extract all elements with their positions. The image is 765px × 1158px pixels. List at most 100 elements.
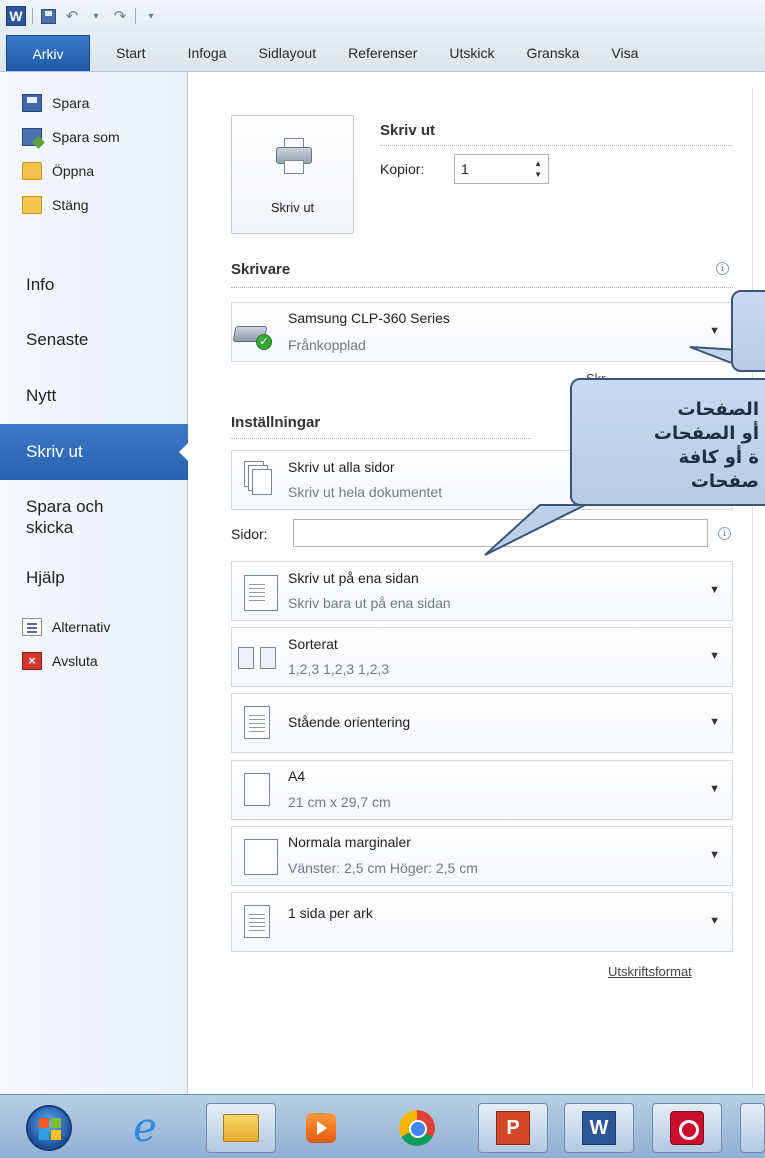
callout-line: الصفحات bbox=[677, 399, 759, 420]
taskbar: e P W bbox=[0, 1094, 765, 1158]
portrait-icon bbox=[244, 706, 270, 739]
stepper-up-icon[interactable]: ▲ bbox=[534, 158, 542, 169]
annotation-callout-top bbox=[731, 290, 765, 372]
divider bbox=[231, 438, 531, 439]
nav-alternativ[interactable]: Alternativ bbox=[0, 610, 188, 644]
tab-utskick[interactable]: Utskick bbox=[433, 35, 510, 71]
margins-dropdown[interactable]: Normala marginaler Vänster: 2,5 cm Höger… bbox=[231, 826, 733, 886]
duplex-desc: Skriv bara ut på ena sidan bbox=[288, 595, 451, 611]
nav-senaste[interactable]: Senaste bbox=[0, 330, 88, 350]
nav-avsluta-label: Avsluta bbox=[52, 653, 98, 669]
nav-info[interactable]: Info bbox=[0, 275, 54, 295]
taskbar-ie[interactable]: e bbox=[110, 1103, 180, 1153]
printer-section-title: Skrivare bbox=[231, 261, 291, 278]
taskbar-extra[interactable] bbox=[740, 1103, 765, 1153]
collation-dropdown[interactable]: Sorterat 1,2,3 1,2,3 1,2,3 ▼ bbox=[231, 627, 733, 687]
nav-stang-label: Stäng bbox=[52, 197, 89, 213]
taskbar-adobe[interactable] bbox=[652, 1103, 722, 1153]
tab-visa[interactable]: Visa bbox=[595, 35, 638, 71]
chevron-down-icon: ▼ bbox=[709, 849, 720, 861]
nav-spara[interactable]: Spara bbox=[0, 86, 187, 120]
taskbar-word[interactable]: W bbox=[564, 1103, 634, 1153]
nav-spara-som[interactable]: Spara som bbox=[0, 120, 187, 154]
nav-skriv-ut[interactable]: Skriv ut bbox=[0, 424, 189, 480]
collation-title: Sorterat bbox=[288, 636, 338, 652]
media-player-icon bbox=[306, 1113, 336, 1143]
pages-label: Sidor: bbox=[231, 526, 268, 542]
nav-oppna[interactable]: Öppna bbox=[0, 154, 187, 188]
chevron-down-icon: ▼ bbox=[709, 325, 720, 337]
printer-name: Samsung CLP-360 Series bbox=[288, 310, 450, 326]
print-button[interactable]: Skriv ut bbox=[231, 115, 354, 234]
nav-stang[interactable]: Stäng bbox=[0, 188, 187, 222]
nav-nytt[interactable]: Nytt bbox=[0, 386, 56, 406]
paper-size-desc: 21 cm x 29,7 cm bbox=[288, 794, 391, 810]
paper-size-dropdown[interactable]: A4 21 cm x 29,7 cm ▼ bbox=[231, 760, 733, 820]
internet-explorer-icon: e bbox=[133, 1105, 157, 1151]
nav-spara-och-skicka[interactable]: Spara och skicka bbox=[26, 496, 104, 538]
orientation-dropdown[interactable]: Stående orientering ▼ bbox=[231, 693, 733, 753]
stepper-down-icon[interactable]: ▼ bbox=[534, 169, 542, 180]
options-icon bbox=[22, 618, 42, 636]
print-button-label: Skriv ut bbox=[270, 200, 315, 215]
print-range-title: Skriv ut alla sidor bbox=[288, 459, 395, 475]
chevron-down-icon: ▼ bbox=[709, 716, 720, 728]
tab-referenser[interactable]: Referenser bbox=[332, 35, 433, 71]
pages-input[interactable] bbox=[293, 519, 708, 547]
nav-avsluta[interactable]: × Avsluta bbox=[0, 644, 188, 678]
save-icon bbox=[22, 94, 42, 112]
taskbar-powerpoint[interactable]: P bbox=[478, 1103, 548, 1153]
save-icon[interactable] bbox=[39, 7, 57, 25]
tab-infoga[interactable]: Infoga bbox=[162, 35, 243, 71]
paper-size-icon bbox=[244, 773, 270, 806]
undo-dropdown-icon[interactable]: ▾ bbox=[87, 7, 105, 25]
margins-desc: Vänster: 2,5 cm Höger: 2,5 cm bbox=[288, 860, 478, 876]
save-as-icon bbox=[22, 128, 42, 146]
pages-per-sheet-icon bbox=[244, 905, 270, 938]
taskbar-chrome[interactable] bbox=[382, 1103, 452, 1153]
word-logo-icon[interactable]: W bbox=[6, 6, 26, 26]
pages-per-sheet-title: 1 sida per ark bbox=[288, 905, 373, 921]
printer-dropdown[interactable]: ✓ Samsung CLP-360 Series Frånkopplad ▼ bbox=[231, 302, 733, 362]
tab-sidlayout[interactable]: Sidlayout bbox=[243, 35, 333, 71]
duplex-dropdown[interactable]: Skriv ut på ena sidan Skriv bara ut på e… bbox=[231, 561, 733, 621]
taskbar-explorer[interactable] bbox=[206, 1103, 276, 1153]
margins-title: Normala marginaler bbox=[288, 834, 411, 850]
tab-granska[interactable]: Granska bbox=[511, 35, 596, 71]
info-icon[interactable]: i bbox=[716, 262, 729, 275]
tab-arkiv[interactable]: Arkiv bbox=[6, 35, 90, 71]
printer-icon bbox=[276, 138, 312, 176]
info-icon[interactable]: i bbox=[718, 527, 731, 540]
tab-start[interactable]: Start bbox=[90, 35, 162, 71]
divider bbox=[380, 145, 733, 146]
customize-toolbar-icon[interactable]: ▾ bbox=[142, 7, 160, 25]
nav-spara-och-skicka-line1: Spara och bbox=[26, 497, 104, 516]
callout-line: أو الصفحات bbox=[653, 423, 759, 444]
word-icon: W bbox=[582, 1111, 616, 1145]
chevron-down-icon: ▼ bbox=[709, 783, 720, 795]
nav-hjalp[interactable]: Hjälp bbox=[0, 568, 65, 588]
toolbar-separator bbox=[135, 8, 136, 24]
one-sided-icon bbox=[244, 575, 278, 611]
callout-line: صفحات bbox=[690, 471, 759, 492]
quick-access-toolbar: W ↶ ▾ ↷ ▾ bbox=[0, 0, 765, 32]
start-button[interactable] bbox=[14, 1103, 84, 1153]
copies-stepper[interactable]: 1 ▲ ▼ bbox=[454, 154, 549, 184]
nav-spara-som-label: Spara som bbox=[52, 129, 120, 145]
folder-icon bbox=[223, 1114, 259, 1142]
adobe-cc-icon bbox=[670, 1111, 704, 1145]
backstage-nav: Spara Spara som Öppna Stäng Info Senaste… bbox=[0, 72, 189, 1094]
divider bbox=[231, 287, 733, 288]
pages-per-sheet-dropdown[interactable]: 1 sida per ark ▼ bbox=[231, 892, 733, 952]
undo-icon[interactable]: ↶ bbox=[63, 7, 81, 25]
ribbon-tabs: Arkiv Start Infoga Sidlayout Referenser … bbox=[0, 32, 765, 72]
taskbar-media[interactable] bbox=[286, 1103, 356, 1153]
chevron-down-icon: ▼ bbox=[709, 584, 720, 596]
copies-label: Kopior: bbox=[380, 161, 425, 177]
page-setup-link[interactable]: Utskriftsformat bbox=[608, 964, 692, 979]
redo-icon[interactable]: ↷ bbox=[111, 7, 129, 25]
close-folder-icon bbox=[22, 196, 42, 214]
orientation-title: Stående orientering bbox=[288, 714, 411, 730]
print-section-title: Skriv ut bbox=[380, 122, 436, 139]
windows-start-icon bbox=[26, 1105, 72, 1151]
